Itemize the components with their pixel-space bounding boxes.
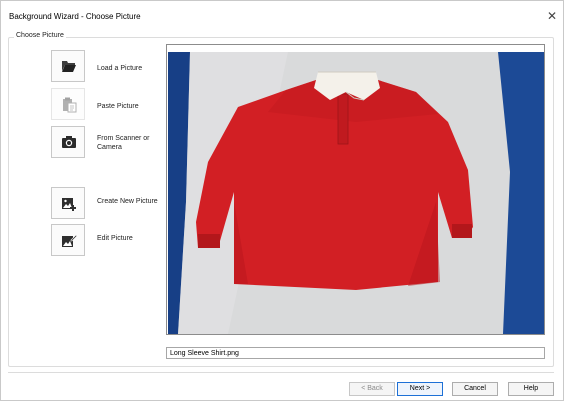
paste-picture-button[interactable] — [51, 88, 85, 120]
camera-icon — [62, 136, 76, 148]
back-button[interactable]: < Back — [349, 382, 395, 396]
scanner-camera-label: From Scanner or Camera — [97, 135, 150, 151]
load-picture-button[interactable] — [51, 50, 85, 82]
folder-open-icon — [62, 61, 76, 72]
close-icon[interactable]: ✕ — [543, 7, 561, 25]
clipboard-paste-icon — [63, 97, 77, 113]
picture-preview — [168, 52, 544, 334]
edit-picture-button[interactable] — [51, 224, 85, 256]
cancel-button[interactable]: Cancel — [452, 382, 498, 396]
title-bar: Background Wizard - Choose Picture ✕ — [1, 1, 563, 31]
next-button[interactable]: Next > — [397, 382, 443, 396]
group-label: Choose Picture — [14, 32, 66, 39]
edit-picture-label: Edit Picture — [97, 235, 133, 242]
image-edit-icon — [62, 234, 77, 247]
window-title: Background Wizard - Choose Picture — [9, 12, 141, 21]
picture-filename: Long Sleeve Shirt.png — [166, 347, 545, 359]
footer-divider — [8, 372, 554, 373]
create-new-picture-button[interactable] — [51, 187, 85, 219]
image-add-icon — [62, 198, 76, 211]
scanner-camera-button[interactable] — [51, 126, 85, 158]
shirt-photo — [168, 52, 544, 334]
paste-picture-label: Paste Picture — [97, 103, 139, 110]
load-picture-label: Load a Picture — [97, 65, 143, 72]
create-new-picture-label: Create New Picture — [97, 198, 158, 205]
help-button[interactable]: Help — [508, 382, 554, 396]
